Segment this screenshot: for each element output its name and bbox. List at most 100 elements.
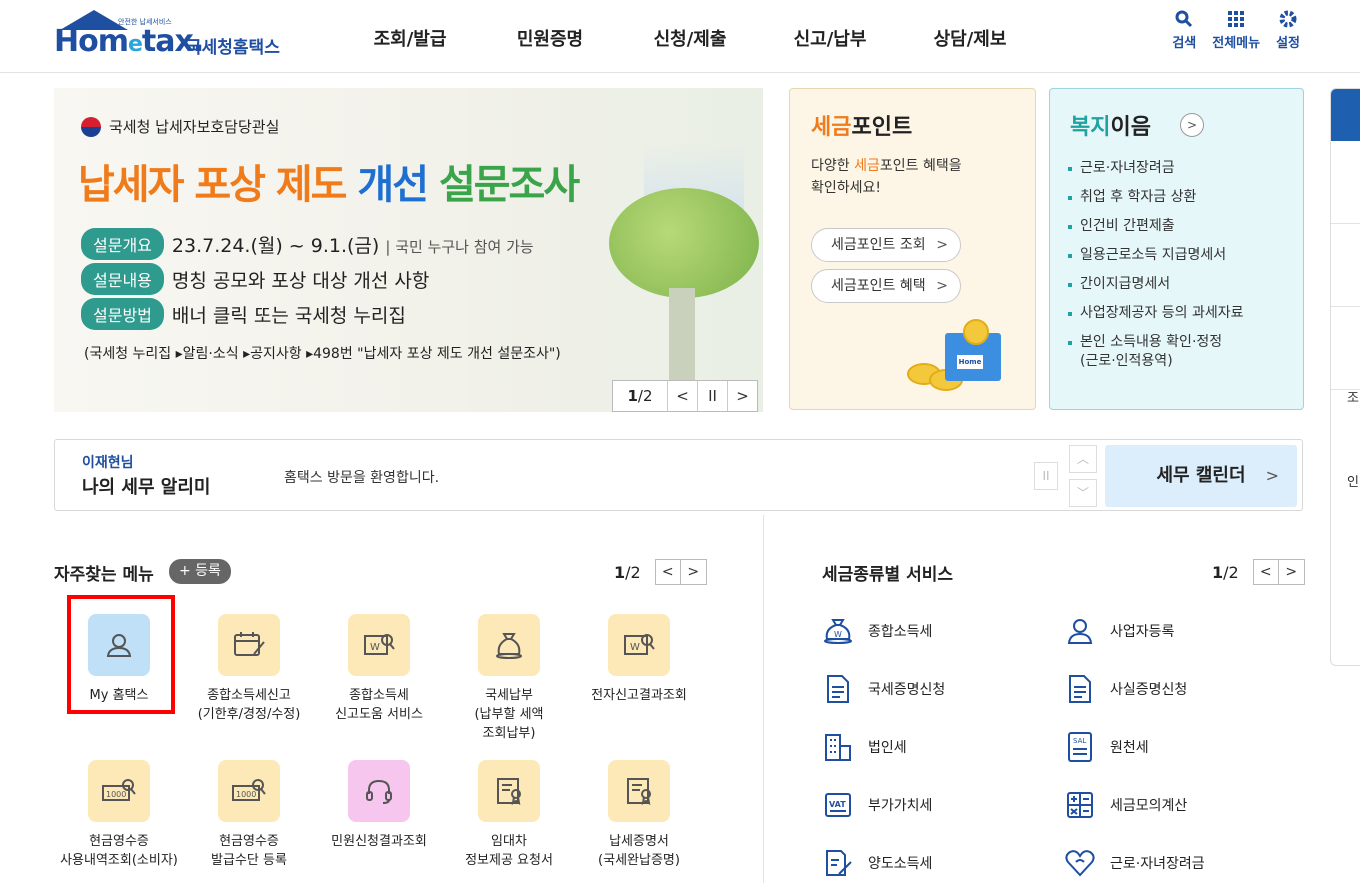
favorite-cash-receipt-usage[interactable]: 1000 현금영수증 사용내역조회(소비자) — [54, 760, 184, 870]
tax-point-title: 세금포인트 — [811, 115, 913, 140]
tax-point-benefit-button[interactable]: 세금포인트 혜택 > — [811, 269, 961, 303]
banner-row-content: 설문내용 명칭 공모와 포상 대상 개선 사항 — [81, 263, 429, 295]
search-label: 검색 — [1172, 36, 1197, 51]
calculator-icon — [1062, 787, 1098, 823]
service-business-registration[interactable]: 사업자등록 — [1062, 613, 1174, 649]
banner-next-button[interactable]: > — [727, 381, 757, 411]
svg-text:W: W — [630, 642, 640, 653]
alarm-pause-button[interactable]: II — [1034, 462, 1058, 490]
svg-text:1000: 1000 — [106, 790, 126, 799]
heart-icon — [1062, 845, 1098, 881]
settings-button[interactable]: 설정 — [1276, 10, 1300, 51]
svg-text:W: W — [370, 642, 380, 653]
alarm-message[interactable]: 홈택스 방문을 환영합니다. — [284, 467, 439, 487]
alarm-title: 나의 세무 알리미 — [82, 477, 211, 498]
service-income-tax[interactable]: W 종합소득세 — [820, 613, 932, 649]
banner-pause-button[interactable]: II — [697, 381, 727, 411]
welfare-item[interactable]: 취업 후 학자금 상환 — [1068, 188, 1243, 207]
all-menu-label: 전체메뉴 — [1212, 36, 1261, 51]
favorite-income-tax-report[interactable]: 종합소득세신고 (기한후/경정/수정) — [184, 614, 314, 724]
svg-text:SAL: SAL — [1073, 737, 1086, 745]
certificate-icon — [608, 760, 670, 822]
favorites-add-button[interactable]: + 등록 — [169, 559, 231, 584]
favorite-lease-info[interactable]: 임대차 정보제공 요청서 — [444, 760, 574, 870]
section-divider — [763, 515, 764, 883]
tree-illustration — [599, 178, 763, 388]
favorites-title: 자주찾는 메뉴 — [54, 565, 154, 585]
favorite-tax-payment[interactable]: 국세납부 (납부할 세액 조회납부) — [444, 614, 574, 743]
welfare-card: 복지이음 > 근로·자녀장려금 취업 후 학자금 상환 인건비 간편제출 일용근… — [1049, 88, 1304, 410]
welfare-item[interactable]: 간이지급명세서 — [1068, 275, 1243, 294]
welfare-item[interactable]: 근로·자녀장려금 — [1068, 159, 1243, 178]
service-vat[interactable]: VAT 부가가치세 — [820, 787, 932, 823]
receipt-search-icon: 1000 — [218, 760, 280, 822]
logo-wordmark: Hometax. — [54, 24, 204, 59]
favorite-cash-receipt-register[interactable]: 1000 현금영수증 발급수단 등록 — [184, 760, 314, 870]
search-button[interactable]: 검색 — [1172, 10, 1196, 51]
coin-box-illustration: Home — [905, 319, 1020, 394]
alarm-down-button[interactable]: ﹀ — [1069, 479, 1097, 507]
logo-subtitle: 국세청홈택스 — [186, 38, 280, 58]
welfare-more-button[interactable]: > — [1180, 113, 1204, 137]
search-icon — [1172, 10, 1196, 32]
favorite-civil-result[interactable]: 민원신청결과조회 — [314, 760, 444, 851]
money-bag-icon: W — [820, 613, 856, 649]
survey-banner[interactable]: 국세청 납세자보호담당관실 납세자 포상 제도 개선 설문조사 설문개요 23.… — [54, 88, 763, 412]
tax-alarm-bar: 이재현님 나의 세무 알리미 홈택스 방문을 환영합니다. II ︿ ﹀ 세무 … — [54, 439, 1303, 511]
user-icon — [1062, 613, 1098, 649]
tax-calendar-button[interactable]: 세무 캘린더 > — [1105, 445, 1297, 507]
service-fact-certificate[interactable]: 사실증명신청 — [1062, 671, 1187, 707]
welfare-list: 근로·자녀장려금 취업 후 학자금 상환 인건비 간편제출 일용근로소득 지급명… — [1068, 159, 1243, 381]
nav-inquiry[interactable]: 조회/발급 — [340, 0, 480, 73]
banner-row-method: 설문방법 배너 클릭 또는 국세청 누리집 — [81, 298, 406, 330]
hometax-logo[interactable]: 안전한 납세서비스 Hometax. 국세청홈택스 — [52, 8, 292, 68]
welfare-item[interactable]: 사업장제공자 등의 과세자료 — [1068, 304, 1243, 323]
gear-icon — [1276, 10, 1300, 32]
tax-services-pager: 1/2 < > — [1212, 559, 1305, 585]
service-capital-gains-tax[interactable]: 양도소득세 — [820, 845, 932, 881]
favorite-my-hometax[interactable]: My 홈택스 — [54, 614, 184, 705]
nav-report-payment[interactable]: 신고/납부 — [760, 0, 900, 73]
tax-services-prev-button[interactable]: < — [1252, 559, 1279, 585]
chevron-right-icon: > — [936, 278, 948, 294]
tax-services-next-button[interactable]: > — [1278, 559, 1305, 585]
banner-prev-button[interactable]: < — [667, 381, 697, 411]
settings-label: 설정 — [1276, 36, 1300, 51]
welfare-item[interactable]: 본인 소득내용 확인·정정 (근로·인적용역) — [1068, 333, 1243, 371]
alarm-up-button[interactable]: ︿ — [1069, 445, 1097, 473]
money-bag-icon — [478, 614, 540, 676]
welfare-item[interactable]: 일용근로소득 지급명세서 — [1068, 246, 1243, 265]
utility-menu: 검색 전체메뉴 설정 — [1172, 10, 1300, 51]
nav-consult[interactable]: 상담/제보 — [900, 0, 1040, 73]
welfare-title: 복지이음 — [1070, 115, 1151, 140]
document-icon — [1062, 671, 1098, 707]
quick-side-panel[interactable]: 조 인 — [1330, 88, 1360, 666]
favorite-e-report-result[interactable]: W 전자신고결과조회 — [574, 614, 704, 705]
service-tax-certificate[interactable]: 국세증명신청 — [820, 671, 945, 707]
tax-services-page-indicator: 1/2 — [1212, 562, 1239, 582]
service-corporate-tax[interactable]: 법인세 — [820, 729, 907, 765]
favorites-next-button[interactable]: > — [680, 559, 707, 585]
favorite-income-tax-help[interactable]: W 종합소득세 신고도움 서비스 — [314, 614, 444, 724]
grid-icon — [1212, 10, 1260, 32]
user-name: 이재현님 — [82, 455, 134, 471]
side-panel-text: 인 — [1347, 475, 1359, 490]
receipt-search-icon: 1000 — [88, 760, 150, 822]
taegeuk-icon — [81, 116, 101, 137]
service-earned-income-credit[interactable]: 근로·자녀장려금 — [1062, 845, 1205, 881]
nav-civil-certificates[interactable]: 민원증명 — [480, 0, 620, 73]
vat-icon: VAT — [820, 787, 856, 823]
favorite-tax-certificate[interactable]: 납세증명서 (국세완납증명) — [574, 760, 704, 870]
tax-point-desc: 다양한 세금포인트 혜택을 확인하세요! — [811, 158, 962, 196]
favorites-prev-button[interactable]: < — [654, 559, 681, 585]
tax-point-view-button[interactable]: 세금포인트 조회 > — [811, 228, 961, 262]
favorites-page-indicator: 1/2 — [614, 562, 641, 582]
chevron-right-icon: > — [1265, 466, 1279, 485]
welfare-item[interactable]: 인건비 간편제출 — [1068, 217, 1243, 236]
all-menu-button[interactable]: 전체메뉴 — [1212, 10, 1260, 51]
service-tax-simulation[interactable]: 세금모의계산 — [1062, 787, 1187, 823]
side-panel-text: 조 — [1347, 391, 1359, 406]
main-nav: 조회/발급 민원증명 신청/제출 신고/납부 상담/제보 — [340, 0, 1040, 73]
service-withholding-tax[interactable]: SAL 원천세 — [1062, 729, 1149, 765]
nav-application[interactable]: 신청/제출 — [620, 0, 760, 73]
